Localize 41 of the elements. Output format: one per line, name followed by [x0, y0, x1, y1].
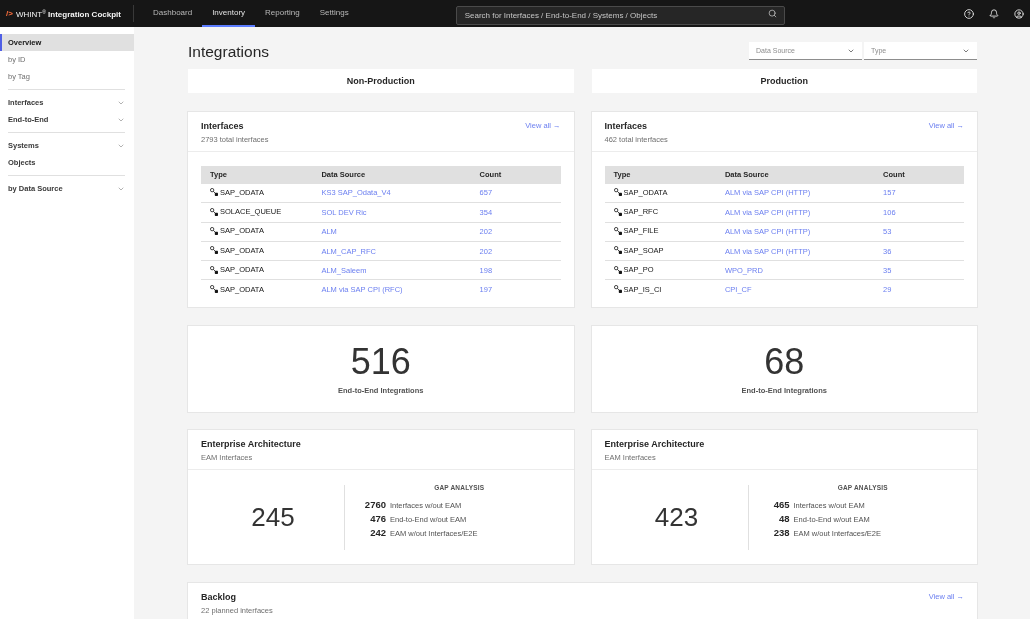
- gap-count: 476: [370, 512, 386, 526]
- eam-count: 423: [654, 502, 699, 533]
- connection-icon: [613, 285, 622, 294]
- environment-heading: Non-Production: [188, 69, 574, 93]
- e2e-count: 516: [350, 343, 411, 382]
- gap-count: 48: [778, 512, 790, 526]
- connection-icon: [210, 207, 218, 216]
- app-title[interactable]: WHINT$^{®}$ Integration Cockpit: [15, 8, 121, 19]
- nav-tab[interactable]: Settings: [309, 0, 359, 27]
- connection-icon: [613, 265, 622, 274]
- connection-icon: [613, 227, 622, 235]
- nav-tab[interactable]: Dashboard: [143, 0, 203, 27]
- nav-tab[interactable]: Inventory: [202, 0, 256, 27]
- connection-icon: [210, 285, 218, 294]
- card-title: Enterprise Architecture: [604, 438, 705, 451]
- card-title: Backlog: [201, 590, 237, 603]
- gap-count: 238: [773, 526, 790, 540]
- connection-icon: [210, 246, 218, 255]
- connection-icon: [613, 207, 622, 216]
- logo-mark: />: [6, 9, 13, 18]
- page-title: Integrations: [188, 42, 269, 62]
- connection-icon: [210, 227, 218, 235]
- eam-count: 245: [251, 502, 295, 533]
- card-title: Interfaces: [201, 119, 245, 132]
- environment-heading: Production: [591, 69, 977, 93]
- gap-count: 2760: [364, 498, 386, 512]
- card-title: Interfaces: [604, 119, 649, 132]
- help-icon[interactable]: [964, 8, 974, 19]
- connection-icon: [210, 188, 218, 197]
- gap-count: 465: [773, 498, 790, 512]
- search-field[interactable]: Search for Interfaces / End-to-End / Systems / Objects: [455, 6, 785, 25]
- connection-icon: [613, 188, 622, 197]
- bell-icon[interactable]: [989, 8, 999, 19]
- search-icon: [767, 9, 777, 18]
- connection-icon: [613, 246, 622, 255]
- e2e-count: 68: [764, 343, 805, 382]
- connection-icon: [210, 265, 218, 274]
- user-icon[interactable]: [1014, 8, 1024, 19]
- nav-tab[interactable]: Reporting: [255, 0, 310, 27]
- gap-count: 242: [370, 526, 386, 540]
- card-title: Enterprise Architecture: [201, 438, 301, 451]
